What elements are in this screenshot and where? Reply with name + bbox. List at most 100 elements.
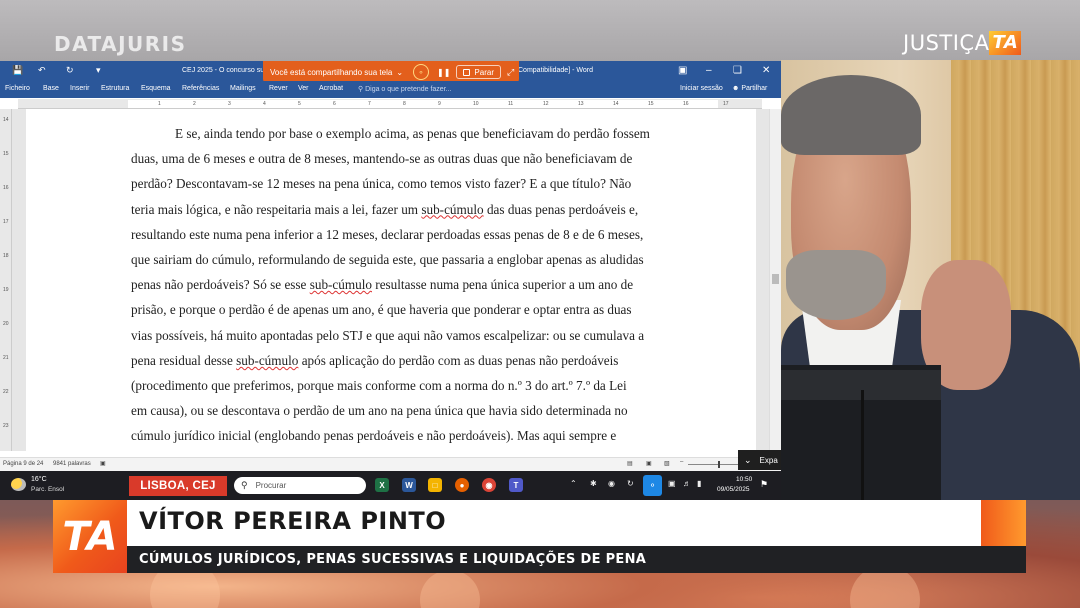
display-icon[interactable]: ▣ xyxy=(668,479,676,488)
taskbar-search[interactable]: ⚲ Procurar xyxy=(234,477,366,494)
tab-ver[interactable]: Ver xyxy=(298,85,309,92)
undo-icon[interactable]: ↶ xyxy=(38,65,46,76)
text-run: teria mais lógica, e não respeitaria mai… xyxy=(131,201,422,217)
name-bar-accent xyxy=(981,500,1026,546)
tab-inserir[interactable]: Inserir xyxy=(70,85,89,92)
proofing-icon[interactable]: ▣ xyxy=(100,460,106,467)
ruler-label: 9 xyxy=(438,101,441,107)
scrollbar-thumb[interactable] xyxy=(772,274,779,284)
microphone-in-use-icon[interactable]: ⚬ xyxy=(643,475,662,496)
word-status-bar: Página 9 de 24 9841 palavras ▣ ▤ ▣ ▧ – + xyxy=(0,457,781,471)
ruler-label: 19 xyxy=(3,287,9,293)
ruler-label: 17 xyxy=(723,101,729,107)
expand-label: Expa xyxy=(759,455,778,465)
firefox-icon[interactable]: ● xyxy=(455,478,469,492)
text-line: que sairiam do cúmulo, reformulando de s… xyxy=(131,252,644,268)
print-layout-icon[interactable]: ▣ xyxy=(646,460,652,467)
chevron-down-icon[interactable]: ⌄ xyxy=(396,68,403,77)
document-page[interactable]: E se, ainda tendo por base o exemplo aci… xyxy=(26,109,756,451)
ribbon-tabs: Ficheiro Base Inserir Estrutura Esquema … xyxy=(0,81,781,98)
text-run: das duas penas perdoáveis e, xyxy=(483,201,639,217)
text-line: perdão? Descontavam-se 12 meses na pena … xyxy=(131,176,632,192)
ribbon-display-options-icon[interactable]: ▣ xyxy=(678,65,687,76)
weather-temperature[interactable]: 16°C xyxy=(31,476,47,483)
tab-acrobat[interactable]: Acrobat xyxy=(319,85,343,92)
zoom-slider[interactable] xyxy=(688,464,744,465)
redo-icon[interactable]: ↻ xyxy=(66,65,74,76)
chevron-up-icon[interactable]: ⌃ xyxy=(570,479,577,488)
ruler-label: 14 xyxy=(3,117,9,123)
horizontal-ruler[interactable]: 1 2 3 4 5 6 7 8 9 10 11 12 13 14 15 16 1… xyxy=(18,99,762,109)
document-canvas[interactable]: E se, ainda tendo por base o exemplo aci… xyxy=(12,109,769,451)
teams-icon[interactable]: T xyxy=(509,478,523,492)
excel-icon[interactable]: X xyxy=(375,478,389,492)
speaker-name-bar: VÍTOR PEREIRA PINTO xyxy=(127,500,981,546)
volume-icon[interactable]: ♬ xyxy=(683,479,691,488)
stop-sharing-button[interactable]: Parar xyxy=(456,65,501,79)
ruler-label: 2 xyxy=(193,101,196,107)
weather-icon[interactable] xyxy=(11,478,26,491)
weather-condition[interactable]: Parc. Ensol xyxy=(31,486,64,493)
web-layout-icon[interactable]: ▧ xyxy=(664,460,670,467)
bluetooth-icon[interactable]: ✱ xyxy=(590,479,597,488)
tab-esquema[interactable]: Esquema xyxy=(141,85,171,92)
topic-bar: CÚMULOS JURÍDICOS, PENAS SUCESSIVAS E LI… xyxy=(127,546,1026,573)
spellcheck-flagged-word[interactable]: sub-cúmulo xyxy=(236,353,298,368)
text-line: (procedimento que preferimos, porque mai… xyxy=(131,378,627,394)
tab-ficheiro[interactable]: Ficheiro xyxy=(5,85,30,92)
share-button[interactable]: ☻ Partilhar xyxy=(732,85,767,92)
ruler-label: 15 xyxy=(648,101,654,107)
clock-time[interactable]: 10:50 xyxy=(736,476,752,483)
zoom-slider-thumb[interactable] xyxy=(718,461,720,468)
topic-title: CÚMULOS JURÍDICOS, PENAS SUCESSIVAS E LI… xyxy=(139,552,647,567)
document-body[interactable]: E se, ainda tendo por base o exemplo aci… xyxy=(131,121,702,449)
text-line: penas não perdoáveis? Só se esse sub-cúm… xyxy=(131,272,702,297)
stop-sharing-label: Parar xyxy=(474,67,494,77)
text-run: penas não perdoáveis? Só se esse xyxy=(131,277,310,293)
ruler-label: 20 xyxy=(3,321,9,327)
minimize-button[interactable]: – xyxy=(706,65,712,76)
tab-mailings[interactable]: Mailings xyxy=(230,85,256,92)
spellcheck-flagged-word[interactable]: sub-cúmulo xyxy=(310,277,372,292)
clock-date[interactable]: 09/05/2025 xyxy=(717,486,750,493)
vertical-scrollbar[interactable] xyxy=(769,109,781,451)
chevron-down-icon: ⌄ xyxy=(744,454,752,465)
zoom-out-icon[interactable]: – xyxy=(680,459,683,465)
ruler-label: 21 xyxy=(3,355,9,361)
sign-in-link[interactable]: Iniciar sessão xyxy=(680,85,723,92)
expand-popup[interactable]: ⌄ Expa xyxy=(738,450,781,470)
tab-referencias[interactable]: Referências xyxy=(182,85,219,92)
tab-base[interactable]: Base xyxy=(43,85,59,92)
teams-tray-icon[interactable]: ◉ xyxy=(608,479,615,488)
sync-icon[interactable]: ↻ xyxy=(627,479,634,488)
tab-rever[interactable]: Rever xyxy=(269,85,288,92)
page-count[interactable]: Página 9 de 24 xyxy=(3,461,43,467)
tell-me-search[interactable]: ⚲ Diga o que pretende fazer... xyxy=(358,85,451,93)
close-button[interactable]: ✕ xyxy=(762,65,770,76)
spellcheck-flagged-word[interactable]: sub-cúmulo xyxy=(421,202,483,217)
pause-icon[interactable]: ❚❚ xyxy=(437,68,450,77)
chrome-icon[interactable]: ◉ xyxy=(482,478,496,492)
windows-taskbar: 16°C Parc. Ensol ⚲ Procurar X W □ ● ◉ T … xyxy=(0,471,781,500)
word-icon[interactable]: W xyxy=(402,478,416,492)
ruler-label: 16 xyxy=(3,185,9,191)
read-mode-icon[interactable]: ▤ xyxy=(627,460,633,467)
ruler-label: 16 xyxy=(683,101,689,107)
ruler-label: 15 xyxy=(3,151,9,157)
ta-logo-mark: TA xyxy=(989,31,1022,55)
save-icon[interactable]: 💾 xyxy=(12,65,23,76)
restore-button[interactable]: ❏ xyxy=(733,65,742,76)
ruler-label: 14 xyxy=(613,101,619,107)
word-count[interactable]: 9841 palavras xyxy=(53,461,91,467)
file-explorer-icon[interactable]: □ xyxy=(428,478,442,492)
battery-icon[interactable]: ▮ xyxy=(697,479,701,488)
ruler-label: 22 xyxy=(3,389,9,395)
customize-quick-access-icon[interactable]: ▾ xyxy=(96,65,101,76)
expand-icon[interactable]: ⤢ xyxy=(507,67,514,78)
tell-me-text: Diga o que pretende fazer... xyxy=(365,86,452,93)
vertical-ruler[interactable]: 14 15 16 17 18 19 20 21 22 23 xyxy=(0,109,12,451)
text-line: teria mais lógica, e não respeitaria mai… xyxy=(131,197,702,222)
tab-estrutura[interactable]: Estrutura xyxy=(101,85,129,92)
microphone-icon[interactable]: ⚬ xyxy=(413,64,430,80)
notification-bell-icon[interactable]: ⚑ xyxy=(760,479,768,490)
